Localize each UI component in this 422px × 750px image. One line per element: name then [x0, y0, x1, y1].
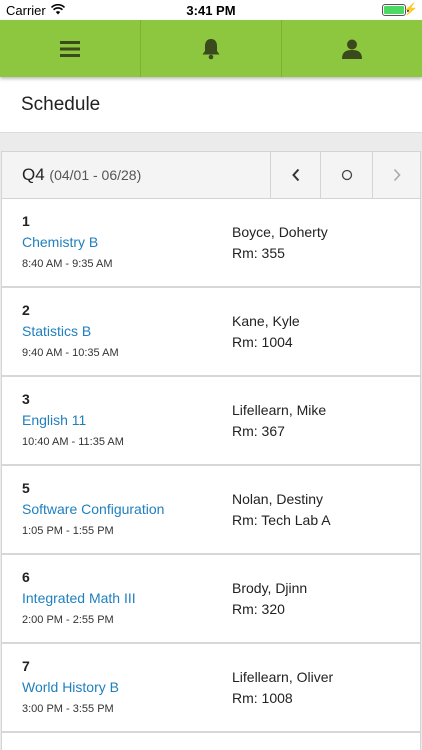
top-navbar	[0, 20, 422, 77]
teacher-name: Nolan, Destiny	[232, 491, 324, 507]
course-link[interactable]: Integrated Math III	[22, 590, 136, 606]
period-number: 5	[22, 480, 30, 496]
quarter-header: Q4 (04/01 - 06/28)	[2, 152, 420, 199]
room-number: Rm: 1004	[232, 334, 293, 350]
teacher-name: Lifellearn, Mike	[232, 402, 327, 418]
quarter-label: Q4	[22, 165, 45, 184]
schedule-row[interactable]: 2 Statistics B 9:40 AM - 10:35 AM Kane, …	[2, 288, 420, 377]
schedule-row[interactable]: 1 Chemistry B 8:40 AM - 9:35 AM Boyce, D…	[2, 199, 420, 288]
teacher-name: Brody, Djinn	[232, 580, 308, 596]
schedule-row[interactable]: 6 Integrated Math III 2:00 PM - 2:55 PM …	[2, 555, 420, 644]
quarter-date-range: (04/01 - 06/28)	[49, 167, 142, 183]
schedule-card: Q4 (04/01 - 06/28) 1 Chemistry B 8:40 AM…	[1, 151, 421, 750]
room-number: Rm: 1008	[232, 690, 293, 706]
course-time: 9:40 AM - 10:35 AM	[22, 347, 119, 359]
room-number: Rm: 355	[232, 245, 285, 261]
chevron-left-icon	[291, 168, 299, 182]
period-number: 2	[22, 302, 30, 318]
status-bar: Carrier 3:41 PM ⚡	[0, 0, 422, 20]
period-number: 3	[22, 391, 30, 407]
schedule-row[interactable]: 5 Software Configuration 1:05 PM - 1:55 …	[2, 466, 420, 555]
teacher-name: Boyce, Doherty	[232, 224, 328, 240]
course-time: 1:05 PM - 1:55 PM	[22, 525, 114, 537]
room-number: Rm: 367	[232, 423, 285, 439]
room-number: Rm: 320	[232, 601, 285, 617]
period-number: 6	[22, 569, 30, 585]
course-link[interactable]: Statistics B	[22, 323, 91, 339]
period-number: 1	[22, 213, 30, 229]
next-quarter-button[interactable]	[372, 152, 420, 198]
circle-icon	[341, 169, 352, 181]
course-link[interactable]: World History B	[22, 679, 119, 695]
course-time: 8:40 AM - 9:35 AM	[22, 258, 113, 270]
notifications-button[interactable]	[141, 20, 282, 77]
schedule-row[interactable]: 3 English 11 10:40 AM - 11:35 AM Lifelle…	[2, 377, 420, 466]
current-quarter-button[interactable]	[320, 152, 372, 198]
menu-button[interactable]	[0, 20, 141, 77]
room-number: Rm: Tech Lab A	[232, 512, 331, 528]
course-time: 3:00 PM - 3:55 PM	[22, 703, 114, 715]
user-icon	[342, 39, 362, 59]
menu-icon	[60, 40, 80, 57]
previous-quarter-button[interactable]	[270, 152, 320, 198]
course-link[interactable]: Chemistry B	[22, 234, 98, 250]
clock: 3:41 PM	[186, 3, 236, 18]
period-number: 7	[22, 658, 30, 674]
course-time: 2:00 PM - 2:55 PM	[22, 614, 114, 626]
course-link[interactable]: English 11	[22, 412, 86, 428]
page-header: Schedule	[0, 77, 422, 133]
course-time: 10:40 AM - 11:35 AM	[22, 436, 124, 448]
teacher-name: Kane, Kyle	[232, 313, 300, 329]
bell-icon	[202, 38, 220, 59]
chevron-right-icon	[393, 168, 401, 182]
teacher-name: Lifellearn, Oliver	[232, 669, 334, 685]
schedule-row[interactable]: 7 World History B 3:00 PM - 3:55 PM Life…	[2, 644, 420, 733]
quarter-title: Q4 (04/01 - 06/28)	[22, 165, 141, 185]
page-title: Schedule	[21, 94, 101, 115]
course-link[interactable]: Software Configuration	[22, 501, 164, 517]
charging-icon: ⚡	[403, 2, 418, 16]
profile-button[interactable]	[282, 20, 422, 77]
